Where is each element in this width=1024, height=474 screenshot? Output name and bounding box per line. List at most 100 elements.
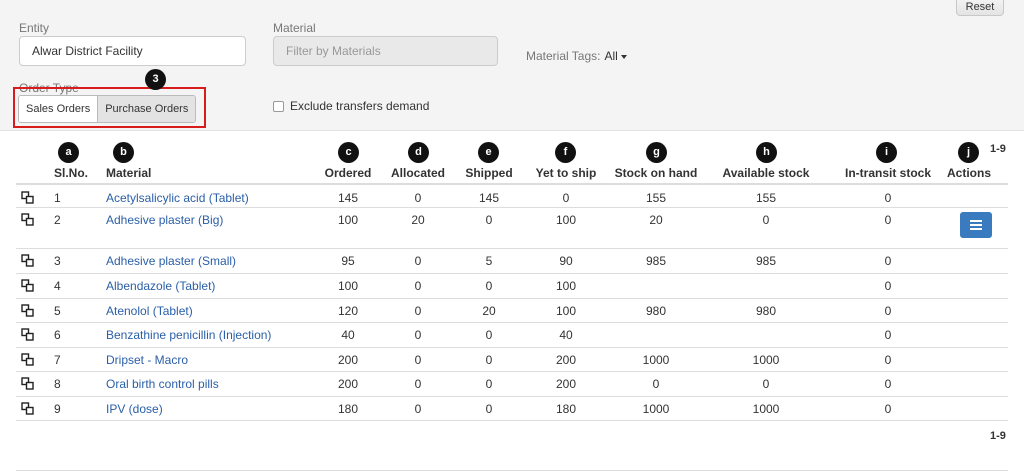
- cell-stock-on-hand: 985: [645, 254, 667, 268]
- purchase-orders-button[interactable]: Purchase Orders: [97, 96, 196, 122]
- cell-stock-on-hand: 0: [652, 377, 660, 391]
- table-row: 4 Albendazole (Tablet) 100 0 0 100 0: [16, 274, 1008, 299]
- copy-icon[interactable]: [21, 304, 34, 317]
- cell-allocated: 0: [414, 353, 422, 367]
- cell-shipped: 5: [485, 254, 493, 268]
- cell-available-stock: 1000: [752, 402, 780, 416]
- cell-material[interactable]: Benzathine penicillin (Injection): [106, 328, 271, 342]
- cell-shipped: 20: [482, 304, 496, 318]
- table-header: Sl.No. Material Ordered Allocated Shippe…: [16, 159, 1008, 185]
- cell-ordered: 145: [337, 191, 359, 205]
- exclude-transfers-option[interactable]: Exclude transfers demand: [273, 99, 429, 113]
- cell-stock-on-hand: 1000: [642, 353, 670, 367]
- copy-icon[interactable]: [21, 254, 34, 267]
- cell-stock-on-hand: 155: [645, 191, 667, 205]
- entity-input[interactable]: Alwar District Facility: [19, 36, 246, 66]
- copy-icon[interactable]: [21, 353, 34, 366]
- exclude-transfers-label: Exclude transfers demand: [290, 99, 430, 113]
- order-type-toggle: Sales Orders Purchase Orders: [18, 95, 197, 123]
- reset-button[interactable]: Reset: [956, 0, 1004, 16]
- exclude-transfers-checkbox[interactable]: [273, 100, 284, 112]
- cell-in-transit-stock: 0: [884, 191, 892, 205]
- cell-yet-to-ship: 200: [555, 377, 577, 391]
- table-row: 9 IPV (dose) 180 0 0 180 1000 1000 0: [16, 397, 1008, 421]
- cell-yet-to-ship: 0: [562, 191, 570, 205]
- cell-shipped: 0: [485, 353, 493, 367]
- cell-material[interactable]: IPV (dose): [106, 402, 163, 416]
- cell-allocated: 0: [414, 402, 422, 416]
- col-ordered: Ordered: [324, 166, 372, 180]
- col-stock-on-hand: Stock on hand: [614, 166, 698, 180]
- cell-available-stock: 0: [762, 377, 770, 391]
- cell-shipped: 0: [485, 328, 493, 342]
- cell-sl-no: 6: [54, 328, 61, 342]
- cell-sl-no: 7: [54, 353, 61, 367]
- material-label: Material: [273, 21, 316, 35]
- cell-material[interactable]: Albendazole (Tablet): [106, 279, 215, 293]
- callout-badge-3: 3: [145, 69, 166, 90]
- cell-in-transit-stock: 0: [884, 353, 892, 367]
- col-in-transit-stock: In-transit stock: [844, 166, 932, 180]
- cell-available-stock: 155: [755, 191, 777, 205]
- cell-sl-no: 3: [54, 254, 61, 268]
- cell-available-stock: 980: [755, 304, 777, 318]
- cell-yet-to-ship: 100: [555, 279, 577, 293]
- cell-sl-no: 2: [54, 213, 61, 227]
- divider: [16, 470, 1008, 471]
- cell-in-transit-stock: 0: [884, 279, 892, 293]
- cell-allocated: 0: [414, 328, 422, 342]
- table-row: 5 Atenolol (Tablet) 120 0 20 100 980 980 0: [16, 299, 1008, 323]
- copy-icon[interactable]: [21, 402, 34, 415]
- copy-icon[interactable]: [21, 279, 34, 292]
- cell-allocated: 0: [414, 191, 422, 205]
- cell-material[interactable]: Adhesive plaster (Big): [106, 213, 223, 227]
- table-row: 8 Oral birth control pills 200 0 0 200 0 0 0: [16, 372, 1008, 397]
- table-row: 6 Benzathine penicillin (Injection) 40 0 0 40…: [16, 323, 1008, 348]
- cell-allocated: 0: [414, 254, 422, 268]
- cell-material[interactable]: Acetylsalicylic acid (Tablet): [106, 191, 249, 205]
- cell-available-stock: 985: [755, 254, 777, 268]
- cell-ordered: 100: [337, 213, 359, 227]
- cell-yet-to-ship: 100: [555, 213, 577, 227]
- cell-ordered: 95: [341, 254, 355, 268]
- cell-ordered: 200: [337, 353, 359, 367]
- col-yet-to-ship: Yet to ship: [535, 166, 597, 180]
- cell-shipped: 0: [485, 377, 493, 391]
- cell-shipped: 0: [485, 279, 493, 293]
- material-tags-label: Material Tags:: [526, 49, 601, 63]
- cell-available-stock: 0: [762, 213, 770, 227]
- cell-ordered: 120: [337, 304, 359, 318]
- row-actions-button[interactable]: [960, 212, 992, 238]
- filter-panel: Reset Entity Alwar District Facility Mat…: [0, 0, 1024, 131]
- cell-material[interactable]: Dripset - Macro: [106, 353, 188, 367]
- cell-in-transit-stock: 0: [884, 254, 892, 268]
- cell-allocated: 0: [414, 377, 422, 391]
- table-row: 3 Adhesive plaster (Small) 95 0 5 90 985 985 0: [16, 249, 1008, 274]
- cell-material[interactable]: Oral birth control pills: [106, 377, 219, 391]
- sales-orders-button[interactable]: Sales Orders: [19, 96, 98, 122]
- cell-material[interactable]: Atenolol (Tablet): [106, 304, 193, 318]
- cell-sl-no: 1: [54, 191, 61, 205]
- menu-icon-line: [970, 220, 982, 222]
- copy-icon[interactable]: [21, 191, 34, 204]
- entity-label: Entity: [19, 21, 50, 35]
- cell-shipped: 145: [478, 191, 500, 205]
- material-tags-dropdown[interactable]: Material Tags: All: [526, 49, 627, 63]
- cell-shipped: 0: [485, 213, 493, 227]
- cell-material[interactable]: Adhesive plaster (Small): [106, 254, 236, 268]
- copy-icon[interactable]: [21, 328, 34, 341]
- cell-in-transit-stock: 0: [884, 304, 892, 318]
- cell-sl-no: 9: [54, 402, 61, 416]
- cell-yet-to-ship: 40: [559, 328, 573, 342]
- cell-ordered: 40: [341, 328, 355, 342]
- copy-icon[interactable]: [21, 213, 34, 226]
- cell-stock-on-hand: 980: [645, 304, 667, 318]
- cell-allocated: 0: [414, 304, 422, 318]
- cell-stock-on-hand: 20: [649, 213, 663, 227]
- cell-ordered: 180: [337, 402, 359, 416]
- cell-in-transit-stock: 0: [884, 213, 892, 227]
- copy-icon[interactable]: [21, 377, 34, 390]
- cell-allocated: 0: [414, 279, 422, 293]
- material-filter-input[interactable]: Filter by Materials: [273, 36, 498, 66]
- cell-shipped: 0: [485, 402, 493, 416]
